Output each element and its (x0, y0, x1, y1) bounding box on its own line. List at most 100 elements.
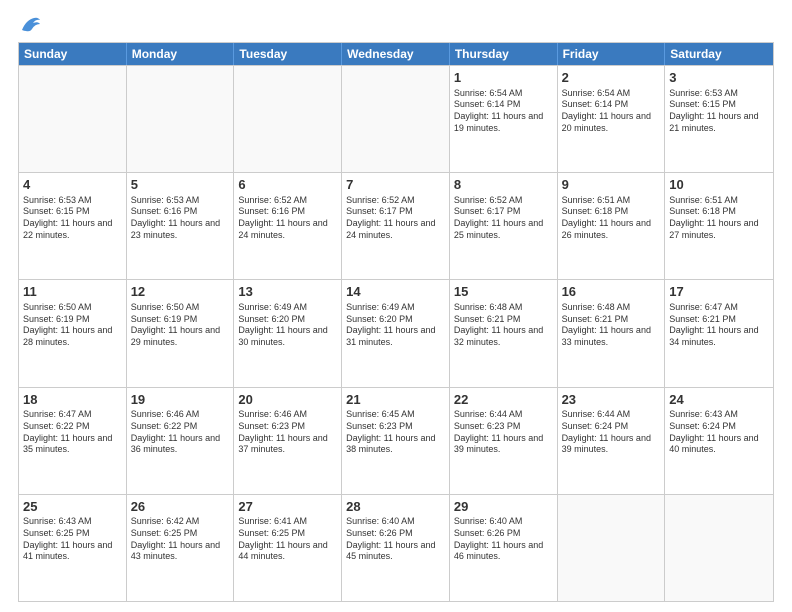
calendar-cell: 26Sunrise: 6:42 AM Sunset: 6:25 PM Dayli… (127, 495, 235, 601)
day-info: Sunrise: 6:47 AM Sunset: 6:21 PM Dayligh… (669, 302, 769, 349)
calendar-cell: 6Sunrise: 6:52 AM Sunset: 6:16 PM Daylig… (234, 173, 342, 279)
calendar-header-day: Saturday (665, 43, 773, 65)
calendar-cell (127, 66, 235, 172)
calendar-cell: 12Sunrise: 6:50 AM Sunset: 6:19 PM Dayli… (127, 280, 235, 386)
calendar-cell: 8Sunrise: 6:52 AM Sunset: 6:17 PM Daylig… (450, 173, 558, 279)
calendar-cell (558, 495, 666, 601)
day-number: 27 (238, 498, 337, 516)
day-info: Sunrise: 6:49 AM Sunset: 6:20 PM Dayligh… (238, 302, 337, 349)
calendar-cell: 13Sunrise: 6:49 AM Sunset: 6:20 PM Dayli… (234, 280, 342, 386)
day-number: 16 (562, 283, 661, 301)
day-number: 15 (454, 283, 553, 301)
day-info: Sunrise: 6:53 AM Sunset: 6:16 PM Dayligh… (131, 195, 230, 242)
calendar-cell (665, 495, 773, 601)
day-number: 28 (346, 498, 445, 516)
day-number: 9 (562, 176, 661, 194)
calendar-cell: 9Sunrise: 6:51 AM Sunset: 6:18 PM Daylig… (558, 173, 666, 279)
day-info: Sunrise: 6:48 AM Sunset: 6:21 PM Dayligh… (562, 302, 661, 349)
calendar-header: SundayMondayTuesdayWednesdayThursdayFrid… (19, 43, 773, 65)
day-number: 29 (454, 498, 553, 516)
calendar-cell: 7Sunrise: 6:52 AM Sunset: 6:17 PM Daylig… (342, 173, 450, 279)
day-number: 14 (346, 283, 445, 301)
calendar-cell: 17Sunrise: 6:47 AM Sunset: 6:21 PM Dayli… (665, 280, 773, 386)
day-number: 1 (454, 69, 553, 87)
calendar: SundayMondayTuesdayWednesdayThursdayFrid… (18, 42, 774, 602)
calendar-cell: 28Sunrise: 6:40 AM Sunset: 6:26 PM Dayli… (342, 495, 450, 601)
calendar-cell: 3Sunrise: 6:53 AM Sunset: 6:15 PM Daylig… (665, 66, 773, 172)
day-info: Sunrise: 6:54 AM Sunset: 6:14 PM Dayligh… (454, 88, 553, 135)
calendar-cell: 18Sunrise: 6:47 AM Sunset: 6:22 PM Dayli… (19, 388, 127, 494)
day-info: Sunrise: 6:52 AM Sunset: 6:17 PM Dayligh… (346, 195, 445, 242)
calendar-cell: 4Sunrise: 6:53 AM Sunset: 6:15 PM Daylig… (19, 173, 127, 279)
day-info: Sunrise: 6:46 AM Sunset: 6:23 PM Dayligh… (238, 409, 337, 456)
day-number: 2 (562, 69, 661, 87)
calendar-cell: 16Sunrise: 6:48 AM Sunset: 6:21 PM Dayli… (558, 280, 666, 386)
day-info: Sunrise: 6:43 AM Sunset: 6:24 PM Dayligh… (669, 409, 769, 456)
calendar-header-day: Thursday (450, 43, 558, 65)
day-number: 22 (454, 391, 553, 409)
calendar-cell: 10Sunrise: 6:51 AM Sunset: 6:18 PM Dayli… (665, 173, 773, 279)
day-number: 10 (669, 176, 769, 194)
day-number: 7 (346, 176, 445, 194)
day-info: Sunrise: 6:44 AM Sunset: 6:23 PM Dayligh… (454, 409, 553, 456)
day-info: Sunrise: 6:50 AM Sunset: 6:19 PM Dayligh… (131, 302, 230, 349)
day-number: 23 (562, 391, 661, 409)
calendar-header-day: Tuesday (234, 43, 342, 65)
calendar-week: 4Sunrise: 6:53 AM Sunset: 6:15 PM Daylig… (19, 172, 773, 279)
day-number: 18 (23, 391, 122, 409)
calendar-cell: 29Sunrise: 6:40 AM Sunset: 6:26 PM Dayli… (450, 495, 558, 601)
calendar-cell: 1Sunrise: 6:54 AM Sunset: 6:14 PM Daylig… (450, 66, 558, 172)
day-info: Sunrise: 6:46 AM Sunset: 6:22 PM Dayligh… (131, 409, 230, 456)
calendar-header-day: Sunday (19, 43, 127, 65)
calendar-cell (19, 66, 127, 172)
day-info: Sunrise: 6:50 AM Sunset: 6:19 PM Dayligh… (23, 302, 122, 349)
calendar-cell: 23Sunrise: 6:44 AM Sunset: 6:24 PM Dayli… (558, 388, 666, 494)
day-number: 24 (669, 391, 769, 409)
calendar-cell: 21Sunrise: 6:45 AM Sunset: 6:23 PM Dayli… (342, 388, 450, 494)
calendar-header-day: Monday (127, 43, 235, 65)
day-number: 6 (238, 176, 337, 194)
calendar-cell (234, 66, 342, 172)
day-info: Sunrise: 6:53 AM Sunset: 6:15 PM Dayligh… (669, 88, 769, 135)
calendar-cell: 20Sunrise: 6:46 AM Sunset: 6:23 PM Dayli… (234, 388, 342, 494)
day-info: Sunrise: 6:41 AM Sunset: 6:25 PM Dayligh… (238, 516, 337, 563)
calendar-week: 25Sunrise: 6:43 AM Sunset: 6:25 PM Dayli… (19, 494, 773, 601)
day-info: Sunrise: 6:53 AM Sunset: 6:15 PM Dayligh… (23, 195, 122, 242)
page: SundayMondayTuesdayWednesdayThursdayFrid… (0, 0, 792, 612)
header (18, 16, 774, 34)
day-number: 26 (131, 498, 230, 516)
day-info: Sunrise: 6:52 AM Sunset: 6:16 PM Dayligh… (238, 195, 337, 242)
calendar-cell: 2Sunrise: 6:54 AM Sunset: 6:14 PM Daylig… (558, 66, 666, 172)
calendar-week: 11Sunrise: 6:50 AM Sunset: 6:19 PM Dayli… (19, 279, 773, 386)
day-info: Sunrise: 6:40 AM Sunset: 6:26 PM Dayligh… (454, 516, 553, 563)
day-number: 21 (346, 391, 445, 409)
day-number: 25 (23, 498, 122, 516)
day-info: Sunrise: 6:40 AM Sunset: 6:26 PM Dayligh… (346, 516, 445, 563)
day-info: Sunrise: 6:49 AM Sunset: 6:20 PM Dayligh… (346, 302, 445, 349)
day-info: Sunrise: 6:48 AM Sunset: 6:21 PM Dayligh… (454, 302, 553, 349)
calendar-cell: 25Sunrise: 6:43 AM Sunset: 6:25 PM Dayli… (19, 495, 127, 601)
day-info: Sunrise: 6:43 AM Sunset: 6:25 PM Dayligh… (23, 516, 122, 563)
calendar-cell (342, 66, 450, 172)
day-info: Sunrise: 6:52 AM Sunset: 6:17 PM Dayligh… (454, 195, 553, 242)
day-info: Sunrise: 6:42 AM Sunset: 6:25 PM Dayligh… (131, 516, 230, 563)
calendar-cell: 11Sunrise: 6:50 AM Sunset: 6:19 PM Dayli… (19, 280, 127, 386)
calendar-body: 1Sunrise: 6:54 AM Sunset: 6:14 PM Daylig… (19, 65, 773, 601)
day-info: Sunrise: 6:45 AM Sunset: 6:23 PM Dayligh… (346, 409, 445, 456)
day-number: 20 (238, 391, 337, 409)
logo (18, 16, 42, 34)
day-number: 5 (131, 176, 230, 194)
day-info: Sunrise: 6:54 AM Sunset: 6:14 PM Dayligh… (562, 88, 661, 135)
calendar-cell: 27Sunrise: 6:41 AM Sunset: 6:25 PM Dayli… (234, 495, 342, 601)
calendar-header-day: Wednesday (342, 43, 450, 65)
day-number: 19 (131, 391, 230, 409)
day-number: 8 (454, 176, 553, 194)
calendar-week: 1Sunrise: 6:54 AM Sunset: 6:14 PM Daylig… (19, 65, 773, 172)
day-info: Sunrise: 6:51 AM Sunset: 6:18 PM Dayligh… (562, 195, 661, 242)
day-number: 12 (131, 283, 230, 301)
day-number: 17 (669, 283, 769, 301)
day-number: 3 (669, 69, 769, 87)
day-number: 11 (23, 283, 122, 301)
calendar-cell: 5Sunrise: 6:53 AM Sunset: 6:16 PM Daylig… (127, 173, 235, 279)
calendar-cell: 15Sunrise: 6:48 AM Sunset: 6:21 PM Dayli… (450, 280, 558, 386)
